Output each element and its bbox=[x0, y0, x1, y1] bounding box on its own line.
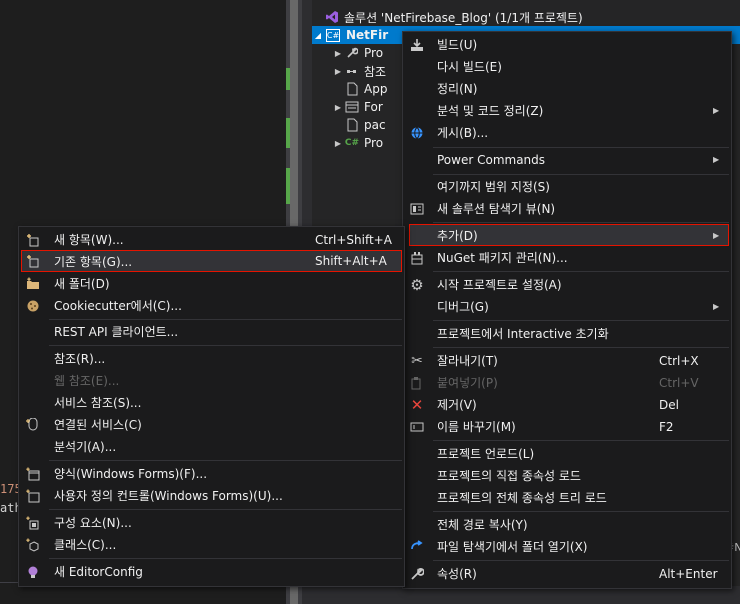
visual-studio-solution-icon bbox=[324, 10, 340, 24]
expand-triangle-icon[interactable]: ▶ bbox=[332, 103, 344, 112]
csharp-project-icon: C# bbox=[326, 28, 340, 42]
paste-icon bbox=[408, 374, 426, 392]
wrench-icon bbox=[344, 46, 360, 60]
menu-item-manage-nuget[interactable]: NuGet 패키지 관리(N)... bbox=[403, 247, 731, 268]
submenu-item-cookiecutter[interactable]: Cookiecutter에서(C)... bbox=[19, 295, 404, 316]
submenu-item-new-item[interactable]: 새 항목(W)... Ctrl+Shift+A bbox=[19, 229, 404, 250]
change-marker bbox=[286, 168, 290, 204]
menu-separator bbox=[433, 347, 729, 348]
csharp-file-icon: C# bbox=[344, 138, 360, 148]
submenu-item-service-reference[interactable]: 서비스 참조(S)... bbox=[19, 392, 404, 413]
open-folder-arrow-icon bbox=[408, 538, 426, 556]
editorconfig-bulb-icon bbox=[24, 563, 42, 581]
submenu-item-windows-form[interactable]: 양식(Windows Forms)(F)... bbox=[19, 463, 404, 484]
menu-item-remove[interactable]: ✕ 제거(V) Del bbox=[403, 394, 731, 415]
collapse-triangle-icon[interactable]: ◢ bbox=[312, 31, 324, 40]
menu-separator bbox=[433, 271, 729, 272]
scissors-icon: ✂ bbox=[411, 352, 423, 369]
new-folder-icon bbox=[24, 275, 42, 293]
connected-service-icon bbox=[24, 416, 42, 434]
menu-item-analyze[interactable]: 분석 및 코드 정리(Z) ▶ bbox=[403, 100, 731, 121]
component-icon bbox=[24, 514, 42, 532]
menu-separator bbox=[49, 319, 402, 320]
submenu-item-analyzer[interactable]: 분석기(A)... bbox=[19, 436, 404, 457]
properties-wrench-icon bbox=[408, 565, 426, 583]
menu-item-publish[interactable]: 게시(B)... bbox=[403, 122, 731, 143]
menu-item-clean[interactable]: 정리(N) bbox=[403, 78, 731, 99]
menu-item-open-in-file-explorer[interactable]: 파일 탐색기에서 폴더 열기(X) bbox=[403, 536, 731, 557]
new-item-icon bbox=[24, 231, 42, 249]
submenu-item-class[interactable]: 클래스(C)... bbox=[19, 534, 404, 555]
submenu-item-reference[interactable]: 참조(R)... bbox=[19, 348, 404, 369]
new-view-icon bbox=[408, 200, 426, 218]
submenu-arrow-icon: ▶ bbox=[713, 106, 720, 115]
expand-triangle-icon[interactable]: ▶ bbox=[332, 67, 344, 76]
submenu-item-user-control[interactable]: 사용자 정의 컨트롤(Windows Forms)(U)... bbox=[19, 485, 404, 506]
menu-item-copy-full-path[interactable]: 전체 경로 복사(Y) bbox=[403, 514, 731, 535]
menu-separator bbox=[433, 560, 729, 561]
menu-item-properties[interactable]: 속성(R) Alt+Enter bbox=[403, 563, 731, 584]
menu-separator bbox=[49, 509, 402, 510]
add-submenu: 새 항목(W)... Ctrl+Shift+A 기존 항목(G)... Shif… bbox=[18, 226, 405, 587]
submenu-item-web-reference[interactable]: 웹 참조(E)... bbox=[19, 370, 404, 391]
change-marker bbox=[286, 118, 290, 148]
project-label: NetFir bbox=[346, 28, 389, 42]
submenu-item-existing-item[interactable]: 기존 항목(G)... Shift+Alt+A bbox=[21, 250, 402, 272]
menu-separator bbox=[49, 460, 402, 461]
user-control-icon bbox=[24, 487, 42, 505]
menu-item-power-commands[interactable]: Power Commands ▶ bbox=[403, 149, 731, 170]
cookiecutter-icon bbox=[24, 297, 42, 315]
existing-item-icon bbox=[24, 252, 42, 270]
gear-icon: ⚙ bbox=[410, 275, 424, 294]
menu-item-paste[interactable]: 붙여넣기(P) Ctrl+V bbox=[403, 372, 731, 393]
menu-item-set-startup-project[interactable]: ⚙ 시작 프로젝트로 설정(A) bbox=[403, 274, 731, 295]
menu-separator bbox=[433, 147, 729, 148]
delete-x-icon: ✕ bbox=[410, 395, 424, 414]
publish-globe-icon bbox=[408, 124, 426, 142]
form-icon bbox=[344, 100, 360, 114]
config-file-icon bbox=[344, 118, 360, 132]
submenu-item-rest-api-client[interactable]: REST API 클라이언트... bbox=[19, 321, 404, 342]
menu-separator bbox=[433, 174, 729, 175]
change-marker bbox=[286, 68, 290, 90]
menu-item-scope-to-this[interactable]: 여기까지 범위 지정(S) bbox=[403, 176, 731, 197]
rename-icon bbox=[408, 418, 426, 436]
nuget-icon bbox=[408, 249, 426, 267]
expand-triangle-icon[interactable]: ▶ bbox=[332, 139, 344, 148]
references-icon bbox=[344, 64, 360, 78]
menu-item-unload-project[interactable]: 프로젝트 언로드(L) bbox=[403, 443, 731, 464]
menu-separator bbox=[433, 320, 729, 321]
submenu-item-component[interactable]: 구성 요소(N)... bbox=[19, 512, 404, 533]
expand-triangle-icon[interactable]: ▶ bbox=[332, 49, 344, 58]
solution-label: 솔루션 'NetFirebase_Blog' (1/1개 프로젝트) bbox=[344, 10, 583, 25]
menu-item-init-interactive[interactable]: 프로젝트에서 Interactive 초기화 bbox=[403, 323, 731, 344]
submenu-arrow-icon: ▶ bbox=[713, 155, 720, 164]
menu-separator bbox=[433, 222, 729, 223]
class-icon bbox=[24, 536, 42, 554]
windows-form-icon bbox=[24, 465, 42, 483]
submenu-arrow-icon: ▶ bbox=[713, 302, 720, 311]
menu-item-build[interactable]: 빌드(U) bbox=[403, 34, 731, 55]
menu-separator bbox=[49, 345, 402, 346]
menu-item-debug[interactable]: 디버그(G) ▶ bbox=[403, 296, 731, 317]
config-file-icon bbox=[344, 82, 360, 96]
menu-item-add[interactable]: 추가(D) ▶ bbox=[409, 224, 729, 246]
submenu-item-new-folder[interactable]: 새 폴더(D) bbox=[19, 273, 404, 294]
menu-item-new-explorer-view[interactable]: 새 솔루션 탐색기 뷰(N) bbox=[403, 198, 731, 219]
solution-node[interactable]: 솔루션 'NetFirebase_Blog' (1/1개 프로젝트) bbox=[312, 8, 740, 26]
menu-separator bbox=[433, 511, 729, 512]
build-icon bbox=[408, 36, 426, 54]
menu-item-load-direct-deps[interactable]: 프로젝트의 직접 종속성 로드 bbox=[403, 465, 731, 486]
submenu-arrow-icon: ▶ bbox=[713, 230, 720, 240]
menu-separator bbox=[49, 558, 402, 559]
menu-item-load-full-deps[interactable]: 프로젝트의 전체 종속성 트리 로드 bbox=[403, 487, 731, 508]
submenu-item-connected-service[interactable]: 연결된 서비스(C) bbox=[19, 414, 404, 435]
menu-item-cut[interactable]: ✂ 잘라내기(T) Ctrl+X bbox=[403, 350, 731, 371]
menu-separator bbox=[433, 440, 729, 441]
menu-item-rebuild[interactable]: 다시 빌드(E) bbox=[403, 56, 731, 77]
menu-item-rename[interactable]: 이름 바꾸기(M) F2 bbox=[403, 416, 731, 437]
submenu-item-editorconfig[interactable]: 새 EditorConfig bbox=[19, 561, 404, 582]
project-context-menu: 빌드(U) 다시 빌드(E) 정리(N) 분석 및 코드 정리(Z) ▶ 게시(… bbox=[402, 31, 732, 589]
